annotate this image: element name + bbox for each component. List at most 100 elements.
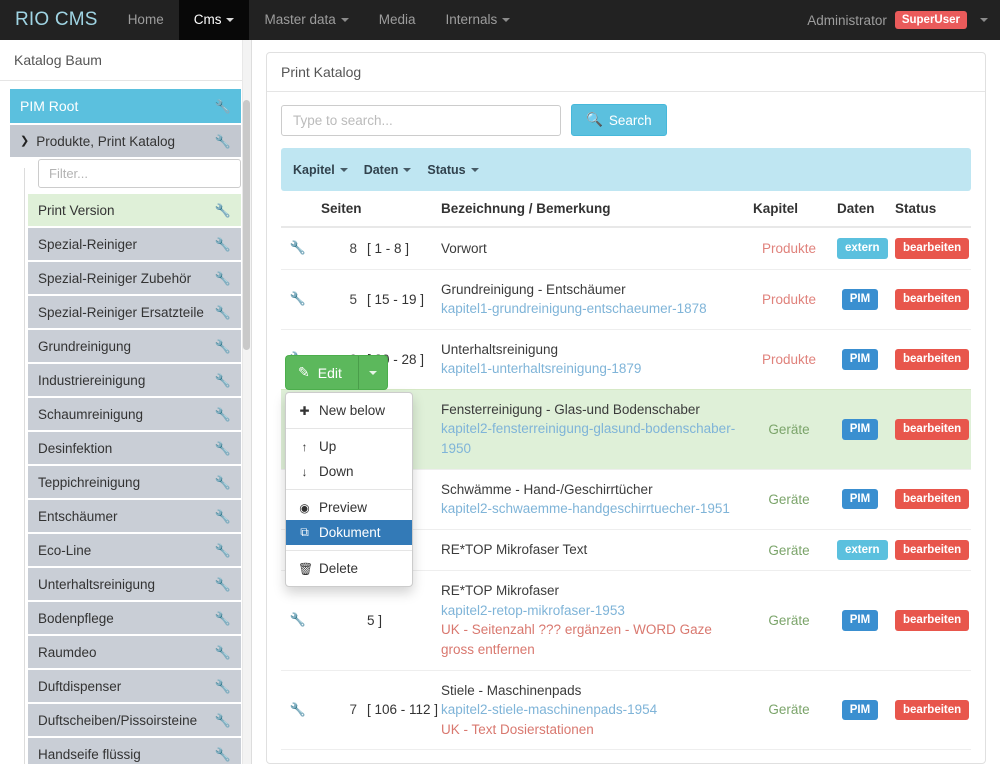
status-badge[interactable]: bearbeiten xyxy=(895,349,970,370)
nav-item-home[interactable]: Home xyxy=(113,0,179,40)
status-badge[interactable]: bearbeiten xyxy=(895,539,970,561)
wrench-icon[interactable]: 🔧 xyxy=(215,100,231,113)
wrench-icon[interactable]: 🔧 xyxy=(215,510,231,523)
row-slug-link[interactable]: kapitel2-stiele-maschinenpads-1954 xyxy=(441,700,741,720)
menu-item-delete[interactable]: 🗑 Delete xyxy=(286,556,412,581)
table-row[interactable]: 🔧 8 [ 1 - 8 ] Vorwort Produkte extern bearbeit… xyxy=(281,226,971,270)
wrench-icon[interactable]: 🔧 xyxy=(215,238,231,251)
wrench-icon[interactable]: 🔧 xyxy=(215,612,231,625)
status-badge[interactable]: bearbeiten xyxy=(895,418,970,440)
sidebar-item-bodenpflege[interactable]: Bodenpflege 🔧 xyxy=(28,602,241,634)
menu-item-preview[interactable]: ◉ Preview xyxy=(286,495,412,520)
chevron-down-icon[interactable]: ❯ xyxy=(20,135,29,147)
sidebar-item-unterhaltsreinigung[interactable]: Unterhaltsreinigung 🔧 xyxy=(28,568,241,600)
sidebar-item-spezial-reiniger[interactable]: Spezial-Reiniger 🔧 xyxy=(28,228,241,260)
sidebar-scrollbar-track[interactable] xyxy=(242,40,251,764)
daten-badge[interactable]: PIM xyxy=(841,610,879,631)
nav-item-cms[interactable]: Cms xyxy=(178,0,250,40)
brand-logo[interactable]: RIO CMS xyxy=(0,0,113,40)
wrench-icon[interactable]: 🔧 xyxy=(281,268,315,330)
daten-badge[interactable]: extern xyxy=(837,238,888,259)
filter-dropdown-status[interactable]: Status xyxy=(427,163,479,177)
edit-button[interactable]: ✎ Edit xyxy=(285,355,358,390)
daten-badge[interactable]: PIM xyxy=(841,488,879,510)
wrench-icon[interactable]: 🔧 xyxy=(281,669,315,750)
nav-item-label: Internals xyxy=(445,12,498,27)
wrench-icon[interactable]: 🔧 xyxy=(215,544,231,557)
kapitel-label: Geräte xyxy=(768,421,810,437)
sidebar-item-schaumreinigung[interactable]: Schaumreinigung 🔧 xyxy=(28,398,241,430)
tree-node-pim-root[interactable]: PIM Root 🔧 xyxy=(10,89,241,123)
daten-badge[interactable]: PIM xyxy=(841,418,879,440)
wrench-icon[interactable]: 🔧 xyxy=(215,272,231,285)
status-badge[interactable]: bearbeiten xyxy=(895,699,970,721)
wrench-icon[interactable]: 🔧 xyxy=(281,749,315,751)
wrench-icon[interactable]: 🔧 xyxy=(215,374,231,387)
daten-badge[interactable]: PIM xyxy=(841,699,879,721)
row-slug-link[interactable]: kapitel1-unterhaltsreinigung-1879 xyxy=(441,359,741,379)
chevron-down-icon xyxy=(502,18,511,23)
status-badge[interactable]: bearbeiten xyxy=(895,488,970,510)
table-row[interactable]: 🔧 7 [ 106 - 112 ] Stiele - Maschinenpads kap… xyxy=(281,669,971,750)
wrench-icon[interactable]: 🔧 xyxy=(215,714,231,727)
sidebar-item-handseife-flüssig[interactable]: Handseife flüssig 🔧 xyxy=(28,738,241,764)
sidebar-item-teppichreinigung[interactable]: Teppichreinigung 🔧 xyxy=(28,466,241,498)
sidebar-item-grundreinigung[interactable]: Grundreinigung 🔧 xyxy=(28,330,241,362)
nav-item-media[interactable]: Media xyxy=(364,0,431,40)
table-row[interactable]: 🔧1[ 113 ]Polivit MaschinenpadsGeräteexte… xyxy=(281,749,971,751)
menu-item-label: Down xyxy=(319,464,354,479)
wrench-icon[interactable]: 🔧 xyxy=(215,748,231,761)
sidebar-scrollbar-thumb[interactable] xyxy=(243,100,250,350)
tree-item-list: Print Version 🔧 Spezial-Reiniger 🔧 Spezial-R… xyxy=(0,194,251,764)
tree-node-produkte-print-katalog[interactable]: ❯ Produkte, Print Katalog 🔧 xyxy=(10,125,241,157)
filter-dropdown-daten[interactable]: Daten xyxy=(364,163,412,177)
daten-badge[interactable]: extern xyxy=(837,539,888,561)
sidebar-item-desinfektion[interactable]: Desinfektion 🔧 xyxy=(28,432,241,464)
status-badge[interactable]: bearbeiten xyxy=(895,610,970,631)
sidebar-item-duftscheiben-pissoirsteine[interactable]: Duftscheiben/Pissoirsteine 🔧 xyxy=(28,704,241,736)
edit-dropdown-toggle[interactable] xyxy=(357,355,388,390)
filter-dropdown-kapitel[interactable]: Kapitel xyxy=(293,163,348,177)
daten-badge[interactable]: PIM xyxy=(841,288,879,310)
status-badge[interactable]: bearbeiten xyxy=(895,238,970,259)
sidebar-item-print-version[interactable]: Print Version 🔧 xyxy=(28,194,241,226)
nav-item-master-data[interactable]: Master data xyxy=(249,0,363,40)
wrench-icon[interactable]: 🔧 xyxy=(215,680,231,693)
menu-item-label: Preview xyxy=(319,500,368,515)
menu-item-down[interactable]: ↓ Down xyxy=(286,459,412,484)
wrench-icon[interactable]: 🔧 xyxy=(215,578,231,591)
sidebar-item-raumdeo[interactable]: Raumdeo 🔧 xyxy=(28,636,241,668)
wrench-icon[interactable]: 🔧 xyxy=(215,340,231,353)
row-slug-link[interactable]: kapitel1-grundreinigung-entschaeumer-187… xyxy=(441,299,741,319)
wrench-icon[interactable]: 🔧 xyxy=(215,135,231,148)
menu-item-new-below[interactable]: ✚ New below xyxy=(286,398,412,423)
row-slug-link[interactable]: kapitel2-retop-mikrofaser-1953 xyxy=(441,601,741,621)
menu-item-up[interactable]: ↑ Up xyxy=(286,434,412,459)
search-input[interactable] xyxy=(281,104,561,136)
sidebar-item-duftdispenser[interactable]: Duftdispenser 🔧 xyxy=(28,670,241,702)
tree-filter-input[interactable] xyxy=(38,159,241,188)
row-slug-link[interactable]: kapitel2-schwaemme-handgeschirrtuecher-1… xyxy=(441,499,741,519)
chevron-down-icon[interactable] xyxy=(980,18,988,22)
wrench-icon[interactable]: 🔧 xyxy=(215,442,231,455)
row-slug-link[interactable]: kapitel2-fensterreinigung-glasund-bodens… xyxy=(441,419,741,458)
sidebar-item-spezial-reiniger-ersatzteile[interactable]: Spezial-Reiniger Ersatzteile 🔧 xyxy=(28,296,241,328)
cell-daten: extern xyxy=(831,226,889,270)
wrench-icon[interactable]: 🔧 xyxy=(215,408,231,421)
wrench-icon[interactable]: 🔧 xyxy=(281,226,315,270)
table-row[interactable]: 🔧 5 [ 15 - 19 ] Grundreinigung - Entschäume… xyxy=(281,268,971,330)
sidebar-item-industriereinigung[interactable]: Industriereinigung 🔧 xyxy=(28,364,241,396)
nav-item-internals[interactable]: Internals xyxy=(431,0,526,40)
wrench-icon[interactable]: 🔧 xyxy=(215,476,231,489)
sidebar-item-entschäumer[interactable]: Entschäumer 🔧 xyxy=(28,500,241,532)
wrench-icon[interactable]: 🔧 xyxy=(215,204,231,217)
search-button[interactable]: 🔍 Search xyxy=(571,104,667,136)
sidebar-item-eco-line[interactable]: Eco-Line 🔧 xyxy=(28,534,241,566)
daten-badge[interactable]: PIM xyxy=(841,349,879,370)
wrench-icon[interactable]: 🔧 xyxy=(215,306,231,319)
wrench-icon[interactable]: 🔧 xyxy=(215,646,231,659)
status-badge[interactable]: bearbeiten xyxy=(895,288,970,310)
menu-item-dokument[interactable]: ⧉ Dokument xyxy=(286,520,412,545)
page-range: [ 1 - 8 ] xyxy=(367,240,410,256)
sidebar-item-spezial-reiniger-zubehör[interactable]: Spezial-Reiniger Zubehör 🔧 xyxy=(28,262,241,294)
